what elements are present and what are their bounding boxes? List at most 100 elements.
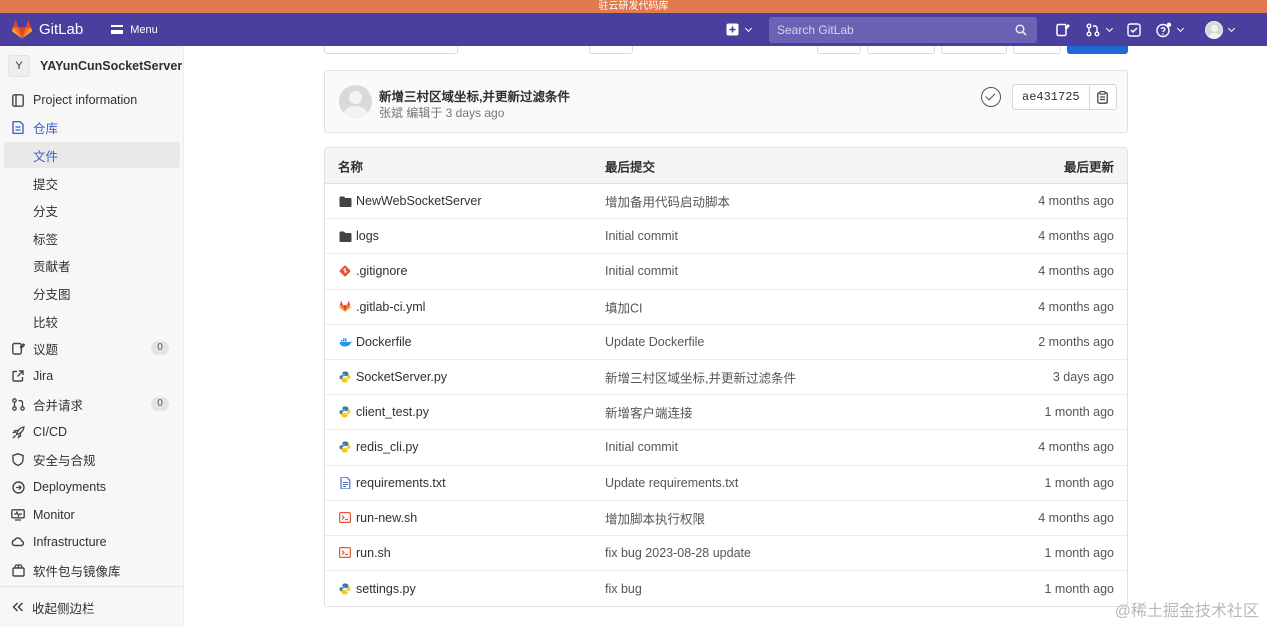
- last-commit-message-link[interactable]: 增加脚本执行权限: [605, 508, 705, 527]
- table-row: redis_cli.py Initial commit 4 months ago: [325, 430, 1127, 466]
- double-chevron-left-icon: [12, 600, 24, 615]
- table-row: settings.py fix bug 1 month ago: [325, 571, 1127, 606]
- sidebar-item-label: 分支: [33, 204, 59, 219]
- sidebar-item-label: 提交: [33, 177, 59, 192]
- table-row: client_test.py 新增客户端连接 1 month ago: [325, 395, 1127, 431]
- user-menu-dropdown[interactable]: [1205, 18, 1236, 42]
- last-commit-message-link[interactable]: 新增客户端连接: [605, 403, 693, 422]
- toolbar-button[interactable]: [1013, 46, 1061, 54]
- sidebar-item-repository[interactable]: 仓库: [0, 114, 183, 140]
- sidebar-subitem-graph[interactable]: 分支图: [0, 280, 183, 306]
- sidebar-item-merge-requests[interactable]: 合并请求 0: [0, 391, 183, 417]
- file-name: redis_cli.py: [356, 440, 419, 455]
- top-navbar: GitLab Menu: [0, 13, 1267, 46]
- search-input[interactable]: [777, 22, 1013, 37]
- sidebar-item-ci-cd[interactable]: CI/CD: [0, 419, 183, 445]
- plus-square-icon: [724, 22, 740, 38]
- help-dropdown[interactable]: [1156, 18, 1185, 42]
- shell-script-icon: [338, 546, 352, 560]
- file-name-link[interactable]: logs: [338, 229, 379, 243]
- menu-button[interactable]: Menu: [111, 24, 158, 36]
- last-commit-message-link[interactable]: fix bug 2023-08-28 update: [605, 546, 751, 560]
- collapse-sidebar-button[interactable]: 收起侧边栏: [0, 586, 183, 627]
- todos-nav-button[interactable]: [1126, 18, 1142, 42]
- info-icon: [11, 93, 25, 107]
- git-file-icon: [338, 264, 352, 278]
- gitlab-ci-file-icon: [338, 300, 352, 314]
- last-commit-message-link[interactable]: Initial commit: [605, 440, 678, 454]
- last-commit-message-link[interactable]: Initial commit: [605, 264, 678, 278]
- file-name: .gitignore: [356, 264, 408, 279]
- pipeline-status-icon[interactable]: [981, 87, 1001, 107]
- file-name: NewWebSocketServer: [356, 194, 482, 209]
- branch-selector-dropdown[interactable]: [324, 46, 458, 54]
- collapse-sidebar-label: 收起侧边栏: [32, 601, 95, 616]
- merge-requests-nav-dropdown[interactable]: [1085, 18, 1114, 42]
- last-update-time: 1 month ago: [1044, 405, 1115, 420]
- search-box[interactable]: [769, 16, 1037, 43]
- file-name-link[interactable]: .gitignore: [338, 264, 407, 278]
- table-row: NewWebSocketServer 增加备用代码启动脚本 4 months ago: [325, 184, 1127, 220]
- toolbar-button[interactable]: [817, 46, 861, 54]
- gitlab-home-link[interactable]: GitLab: [12, 20, 83, 39]
- last-update-time: 4 months ago: [1038, 440, 1114, 455]
- commit-title-link[interactable]: 新增三村区域坐标,并更新过滤条件: [379, 86, 570, 105]
- sidebar-item-packages-registries[interactable]: 软件包与镜像库: [0, 557, 183, 583]
- project-sidebar: Y YAYunCunSocketServer Project informati…: [0, 46, 184, 627]
- chevron-down-icon: [1176, 24, 1185, 32]
- watermark: @稀土掘金技术社区: [1114, 603, 1259, 620]
- sidebar-item-project-information[interactable]: Project information: [0, 87, 183, 113]
- sidebar-subitem-branches[interactable]: 分支: [0, 197, 183, 223]
- sidebar-subitem-files[interactable]: 文件: [4, 142, 180, 168]
- file-name-link[interactable]: requirements.txt: [338, 476, 446, 490]
- sidebar-subitem-contributors[interactable]: 贡献者: [0, 252, 183, 278]
- chevron-down-icon: [1105, 24, 1114, 32]
- file-name-link[interactable]: redis_cli.py: [338, 440, 419, 454]
- clone-button[interactable]: [1067, 46, 1128, 54]
- sidebar-subitem-tags[interactable]: 标签: [0, 225, 183, 251]
- sidebar-subitem-compare[interactable]: 比较: [0, 308, 183, 334]
- navbar-right: [724, 13, 1236, 46]
- file-name-link[interactable]: .gitlab-ci.yml: [338, 300, 425, 314]
- file-name-link[interactable]: client_test.py: [338, 405, 429, 419]
- project-header-link[interactable]: Y YAYunCunSocketServer: [0, 46, 183, 86]
- deployments-icon: [11, 480, 25, 494]
- last-commit-message-link[interactable]: Update requirements.txt: [605, 476, 738, 490]
- file-name-link[interactable]: SocketServer.py: [338, 370, 447, 384]
- file-name-link[interactable]: Dockerfile: [338, 335, 412, 349]
- file-name-link[interactable]: NewWebSocketServer: [338, 194, 482, 208]
- column-header-last-update: 最后更新: [1063, 160, 1114, 174]
- sidebar-item-infrastructure[interactable]: Infrastructure: [0, 529, 183, 555]
- file-name: settings.py: [356, 581, 416, 596]
- last-commit-message-link[interactable]: Update Dockerfile: [605, 335, 704, 349]
- add-file-dropdown[interactable]: [589, 46, 633, 54]
- user-avatar: [1205, 20, 1223, 39]
- file-name-link[interactable]: run.sh: [338, 546, 391, 560]
- sidebar-item-label: 合并请求: [33, 398, 84, 413]
- last-commit-message-link[interactable]: 填加CI: [605, 297, 643, 316]
- sidebar-item-deployments[interactable]: Deployments: [0, 474, 183, 500]
- toolbar-button[interactable]: [867, 46, 935, 54]
- last-update-time: 1 month ago: [1044, 545, 1115, 560]
- sidebar-item-monitor[interactable]: Monitor: [0, 502, 183, 528]
- hamburger-icon: [111, 25, 124, 34]
- toolbar-button[interactable]: [941, 46, 1007, 54]
- file-name-link[interactable]: run-new.sh: [338, 511, 417, 525]
- sidebar-item-security-compliance[interactable]: 安全与合规: [0, 446, 183, 472]
- last-commit-message-link[interactable]: 新增三村区域坐标,并更新过滤条件: [605, 368, 796, 387]
- commit-author-avatar[interactable]: [339, 85, 372, 118]
- menu-label: Menu: [130, 23, 158, 36]
- merge-requests-count-badge: 0: [151, 397, 169, 411]
- new-item-dropdown[interactable]: [724, 18, 753, 42]
- sidebar-item-issues[interactable]: 议题 0: [0, 335, 183, 361]
- last-commit-message-link[interactable]: 增加备用代码启动脚本: [605, 192, 730, 211]
- sidebar-item-jira[interactable]: Jira: [0, 363, 183, 389]
- last-commit-message-link[interactable]: fix bug: [605, 582, 642, 596]
- issues-nav-button[interactable]: [1055, 18, 1071, 42]
- table-row: Dockerfile Update Dockerfile 2 months ago: [325, 325, 1127, 360]
- copy-sha-button[interactable]: [1090, 85, 1116, 109]
- sidebar-subitem-commits[interactable]: 提交: [0, 170, 183, 196]
- last-commit-message-link[interactable]: Initial commit: [605, 229, 678, 243]
- file-name-link[interactable]: settings.py: [338, 582, 416, 596]
- commit-sha-link[interactable]: ae431725: [1013, 85, 1090, 109]
